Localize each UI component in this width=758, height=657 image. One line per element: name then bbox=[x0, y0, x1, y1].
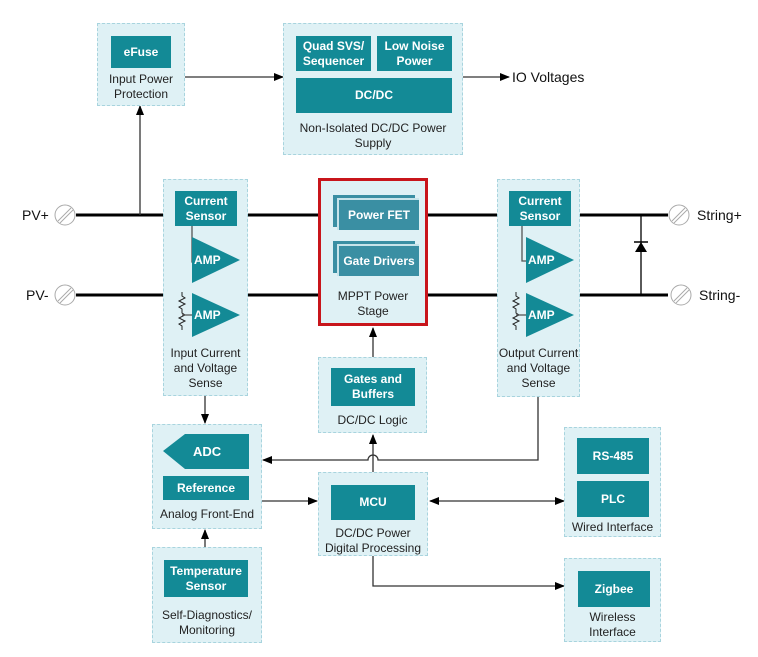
zigbee-block[interactable]: Zigbee bbox=[578, 571, 650, 607]
arrow-mcu-to-wireless bbox=[372, 556, 565, 590]
group-dcdc-supply: Quad SVS/ Sequencer Low Noise Power DC/D… bbox=[283, 23, 463, 155]
power-fet-block[interactable]: Power FET bbox=[333, 195, 419, 230]
group-mppt-power-stage: Power FET Gate Drivers MPPT Power Stage bbox=[318, 178, 428, 326]
group-digital-processing: MCU DC/DC Power Digital Processing bbox=[318, 472, 428, 556]
gate-drivers-block[interactable]: Gate Drivers bbox=[333, 241, 419, 276]
gates-buffers-block[interactable]: Gates and Buffers bbox=[331, 368, 415, 406]
terminal-string-plus-icon bbox=[668, 204, 690, 226]
group-dcdc-logic: Gates and Buffers DC/DC Logic bbox=[318, 357, 427, 433]
digital-processing-caption: DC/DC Power Digital Processing bbox=[324, 526, 422, 555]
wired-interface-caption: Wired Interface bbox=[571, 520, 654, 534]
input-resistor-icon bbox=[177, 292, 187, 330]
output-amp1-label: AMP bbox=[528, 253, 555, 267]
wireless-interface-caption: Wireless Interface bbox=[589, 610, 636, 639]
quad-svs-block[interactable]: Quad SVS/ Sequencer bbox=[296, 36, 371, 71]
rs485-block[interactable]: RS-485 bbox=[577, 438, 649, 474]
temperature-sensor-block[interactable]: Temperature Sensor bbox=[164, 560, 248, 597]
group-wired-interface: RS-485 PLC Wired Interface bbox=[564, 427, 661, 537]
mppt-caption: MPPT Power Stage bbox=[337, 289, 409, 318]
input-amp1-label: AMP bbox=[194, 253, 221, 267]
terminal-pv-plus-icon bbox=[54, 204, 76, 226]
terminal-pv-minus-icon bbox=[54, 284, 76, 306]
output-resistor-icon bbox=[511, 292, 521, 330]
power-fet-label: Power FET bbox=[337, 198, 419, 230]
group-analog-front-end: ADC Reference Analog Front-End bbox=[152, 424, 262, 529]
string-minus-label: String- bbox=[699, 287, 741, 303]
pv-minus-label: PV- bbox=[26, 287, 49, 303]
dcdc-block[interactable]: DC/DC bbox=[296, 78, 452, 113]
string-plus-label: String+ bbox=[697, 207, 742, 223]
terminal-string-minus-icon bbox=[670, 284, 692, 306]
output-sense-caption: Output Current and Voltage Sense bbox=[498, 346, 579, 390]
group-wireless-interface: Zigbee Wireless Interface bbox=[564, 558, 661, 642]
input-sense-caption: Input Current and Voltage Sense bbox=[170, 346, 241, 390]
pv-plus-label: PV+ bbox=[22, 207, 49, 223]
afe-caption: Analog Front-End bbox=[159, 507, 255, 521]
mcu-block[interactable]: MCU bbox=[331, 485, 415, 520]
adc-label[interactable]: ADC bbox=[193, 444, 221, 459]
self-diagnostics-caption: Self-Diagnostics/ Monitoring bbox=[161, 608, 253, 637]
low-noise-power-block[interactable]: Low Noise Power bbox=[377, 36, 452, 71]
efuse-block[interactable]: eFuse bbox=[111, 36, 171, 68]
group-input-power-protection: eFuse Input Power Protection bbox=[97, 23, 185, 106]
group-self-diagnostics: Temperature Sensor Self-Diagnostics/ Mon… bbox=[152, 547, 262, 643]
plc-block[interactable]: PLC bbox=[577, 481, 649, 517]
dcdc-supply-caption: Non-Isolated DC/DC Power Supply bbox=[299, 121, 447, 150]
group-output-sense: Current Sensor AMP AMP Output Current an… bbox=[497, 179, 580, 397]
input-amp2-label: AMP bbox=[194, 308, 221, 322]
gate-drivers-label: Gate Drivers bbox=[337, 244, 419, 276]
dcdc-logic-caption: DC/DC Logic bbox=[337, 413, 408, 427]
input-protection-caption: Input Power Protection bbox=[108, 72, 174, 101]
reference-block[interactable]: Reference bbox=[163, 476, 249, 500]
output-amp2-label: AMP bbox=[528, 308, 555, 322]
bypass-diode-icon bbox=[635, 242, 647, 252]
group-input-sense: Current Sensor AMP AMP Input Current and… bbox=[163, 179, 248, 396]
io-voltages-label: IO Voltages bbox=[512, 69, 585, 85]
